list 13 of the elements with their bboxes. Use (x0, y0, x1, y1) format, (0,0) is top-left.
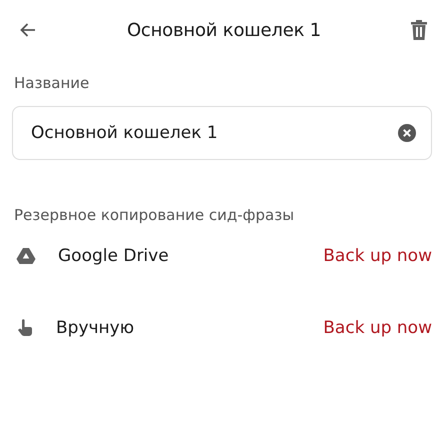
trash-icon (410, 20, 428, 40)
pointing-hand-icon (16, 319, 34, 337)
back-up-link[interactable]: Back up now (323, 318, 432, 338)
backup-label: Резервное копирование сид-фразы (13, 206, 296, 224)
drive-icon (16, 247, 36, 265)
backup-option-name: Google Drive (58, 246, 170, 266)
name-field[interactable]: Основной кошелек 1 (12, 106, 432, 160)
page-title: Основной кошелек 1 (126, 20, 322, 40)
clear-icon[interactable] (398, 124, 416, 142)
name-label: Название (13, 74, 90, 92)
backup-option-name: Вручную (56, 318, 136, 338)
back-up-link[interactable]: Back up now (323, 246, 432, 266)
delete-button[interactable] (408, 18, 430, 42)
